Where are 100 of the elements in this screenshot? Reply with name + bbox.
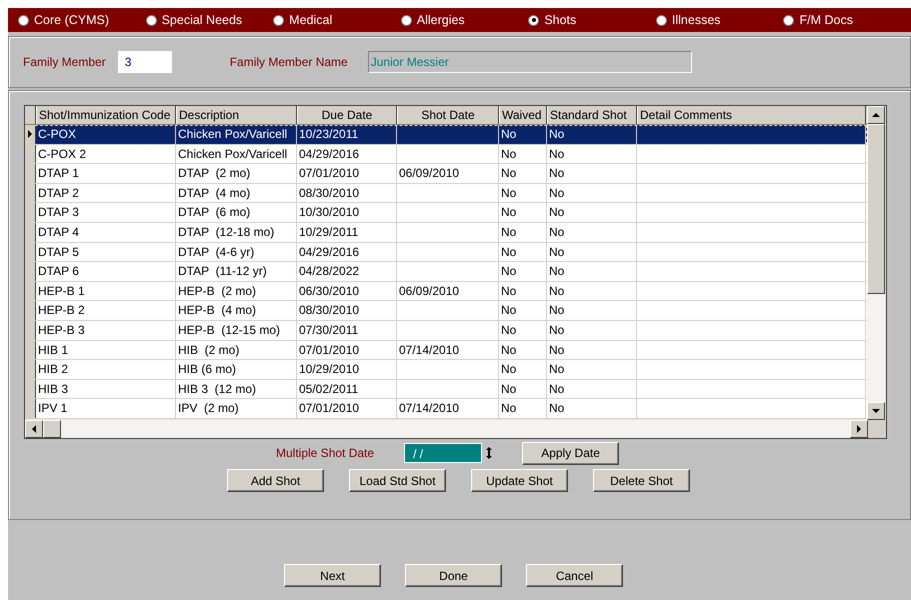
table-cell: HEP-B (2 mo) (176, 282, 297, 300)
nav-button[interactable]: Cancel (526, 564, 623, 587)
table-cell: No (499, 380, 547, 398)
shot-button[interactable]: Add Shot (227, 469, 324, 492)
radio-button[interactable] (146, 14, 157, 26)
table-cell: 07/14/2010 (397, 340, 499, 360)
nav-button[interactable]: Next (284, 564, 381, 587)
scroll-left-button[interactable] (25, 420, 43, 438)
table-cell: No (499, 242, 547, 262)
table-cell: 06/30/2010 (297, 282, 397, 300)
radio-tab[interactable]: Core (CYMS) (18, 13, 146, 27)
table-cell: No (547, 320, 637, 340)
radio-button[interactable] (18, 14, 29, 26)
radio-tab[interactable]: F/M Docs (783, 13, 911, 27)
apply-date-button[interactable]: Apply Date (522, 442, 620, 464)
spinner-icon[interactable] (486, 447, 492, 459)
table-cell: 04/28/2022 (297, 262, 397, 281)
table-cell: Chicken Pox/Varicell (176, 144, 297, 164)
input-field[interactable]: 3 (118, 51, 172, 73)
horizontal-scrollbar[interactable] (25, 420, 886, 438)
table-row[interactable]: DTAP 1 DTAP (2 mo) 07/01/2010 06/09/2010 No No (25, 164, 867, 184)
table-cell: No (547, 203, 637, 222)
table-cell: HEP-B 1 (36, 282, 176, 300)
shot-button[interactable]: Update Shot (471, 469, 568, 492)
radio-button[interactable] (273, 14, 284, 26)
table-cell: IPV (2 mo) (176, 399, 297, 418)
radio-tab[interactable]: Illnesses (656, 13, 784, 27)
up-arrow-icon (872, 113, 880, 117)
table-row[interactable]: DTAP 6 DTAP (11-12 yr) 04/28/2022 No No (25, 262, 867, 282)
radio-tab[interactable]: Medical (273, 13, 401, 27)
radio-tab[interactable]: Special Needs (146, 13, 274, 27)
table-cell: No (499, 301, 547, 320)
table-row[interactable]: DTAP 3 DTAP (6 mo) 10/30/2010 No No (25, 203, 867, 223)
column-header[interactable]: Standard Shot (547, 106, 637, 124)
table-row[interactable]: HEP-B 2 HEP-B (4 mo) 08/30/2010 No No (25, 301, 867, 321)
table-cell: HIB 1 (36, 340, 176, 360)
table-cell: No (499, 125, 547, 144)
table-row[interactable]: C-POX 2 Chicken Pox/Varicell 04/29/2016 No No (25, 144, 867, 164)
table-cell: C-POX 2 (36, 144, 176, 164)
scroll-up-button[interactable] (867, 106, 885, 124)
down-arrow-icon (872, 409, 880, 413)
column-header[interactable]: Shot/Immunization Code (36, 106, 176, 124)
shot-button[interactable]: Load Std Shot (349, 469, 446, 492)
radio-button[interactable] (400, 14, 412, 26)
table-cell: 07/30/2011 (297, 320, 397, 340)
table-cell: HEP-B (12-15 mo) (176, 320, 297, 340)
table-cell: No (547, 262, 637, 281)
scroll-thumb[interactable] (867, 124, 885, 294)
radio-button[interactable] (783, 14, 794, 26)
table-row[interactable]: C-POX Chicken Pox/Varicell 10/23/2011 No No (25, 125, 867, 145)
table-row[interactable]: DTAP 2 DTAP (4 mo) 08/30/2010 No No (25, 184, 867, 204)
table-cell: Chicken Pox/Varicell (176, 125, 297, 144)
pointer-icon (28, 130, 32, 138)
nav-button[interactable]: Done (405, 564, 502, 587)
table-cell: HIB 3 (12 mo) (176, 380, 297, 398)
column-header[interactable]: Description (176, 106, 297, 124)
scroll-down-button[interactable] (867, 402, 885, 420)
scroll-right-button[interactable] (850, 420, 868, 438)
table-cell: No (547, 125, 637, 144)
column-header[interactable]: Detail Comments (637, 106, 866, 124)
table-cell: No (547, 380, 637, 398)
table-cell: DTAP 1 (36, 164, 176, 183)
radio-tab[interactable]: Allergies (400, 13, 528, 27)
table-cell: 10/23/2011 (297, 125, 397, 144)
table-cell: No (547, 242, 637, 262)
shot-button[interactable]: Delete Shot (593, 469, 690, 492)
table-cell: 05/02/2011 (297, 380, 397, 398)
table-row[interactable]: DTAP 5 DTAP (4-6 yr) 04/29/2016 No No (25, 242, 867, 262)
table-cell: No (547, 222, 637, 242)
table-cell: No (499, 360, 547, 379)
table-row[interactable]: DTAP 4 DTAP (12-18 mo) 10/29/2011 No No (25, 222, 867, 243)
table-cell: No (499, 203, 547, 222)
table-cell: No (499, 164, 547, 183)
table-row[interactable]: IPV 1 IPV (2 mo) 07/01/2010 07/14/2010 No No (25, 399, 867, 419)
field-label: Multiple Shot Date (276, 446, 374, 460)
table-row[interactable]: HIB 2 HIB (6 mo) 10/29/2010 No No (25, 360, 867, 380)
table-cell: IPV 1 (36, 399, 176, 418)
table-cell: No (499, 144, 547, 164)
column-header[interactable]: Waived (499, 106, 547, 124)
table-row[interactable]: HEP-B 3 HEP-B (12-15 mo) 07/30/2011 No No (25, 320, 867, 341)
table-row[interactable]: HIB 1 HIB (2 mo) 07/01/2010 07/14/2010 No No (25, 340, 867, 360)
table-cell: 06/09/2010 (397, 164, 499, 183)
table-cell: DTAP (2 mo) (176, 164, 297, 183)
table-cell: DTAP (4 mo) (176, 184, 297, 202)
radio-button[interactable] (656, 14, 667, 26)
table-cell: HIB 3 (36, 380, 176, 398)
radio-tab[interactable]: Shots (528, 13, 656, 27)
column-header[interactable]: Due Date (297, 106, 397, 124)
table-cell: No (499, 320, 547, 340)
vertical-scrollbar[interactable] (867, 106, 885, 420)
left-arrow-icon (32, 425, 36, 433)
table-row[interactable]: HEP-B 1 HEP-B (2 mo) 06/30/2010 06/09/2010 No No (25, 282, 867, 302)
table-cell: HEP-B 3 (36, 320, 176, 340)
table-cell: DTAP (12-18 mo) (176, 222, 297, 242)
table-cell: HIB (6 mo) (176, 360, 297, 379)
column-header[interactable]: Shot Date (397, 106, 499, 124)
scroll-thumb[interactable] (43, 420, 61, 438)
date-field[interactable]: / / (404, 443, 482, 463)
radio-button[interactable] (528, 14, 540, 26)
table-row[interactable]: HIB 3 HIB 3 (12 mo) 05/02/2011 No No (25, 380, 867, 400)
